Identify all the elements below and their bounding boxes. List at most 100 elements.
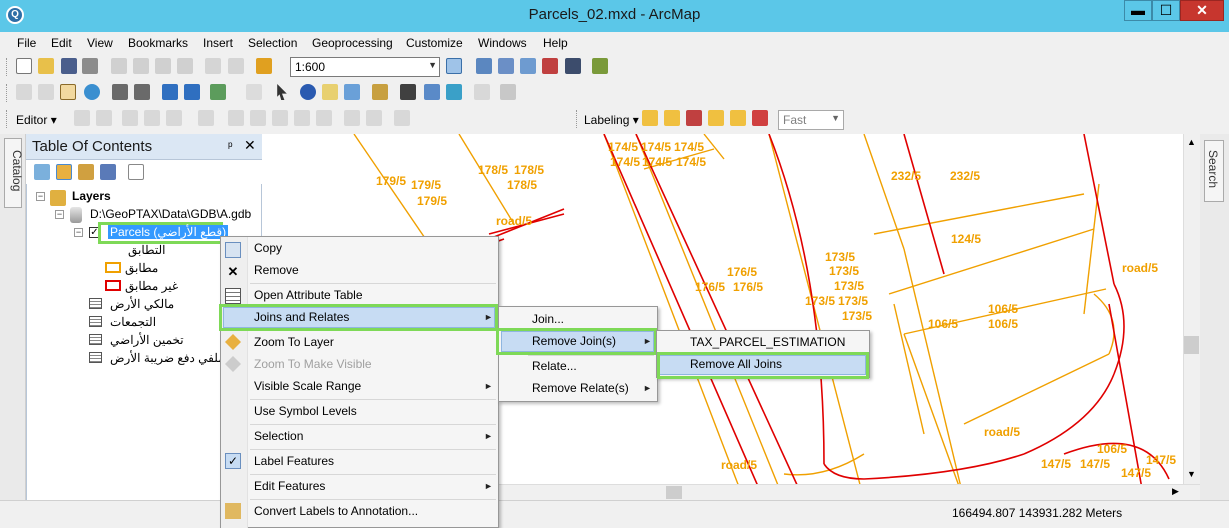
parcels-collapse-icon[interactable]: −	[74, 228, 83, 237]
add-data-icon[interactable]	[256, 58, 272, 74]
pan-icon[interactable]	[60, 84, 76, 100]
menu-selection[interactable]: Selection	[254, 429, 303, 443]
toc-table-tax-payment[interactable]: ملفي دفع ضريبة الأرض	[110, 351, 225, 365]
straight-segment-icon[interactable]	[122, 110, 138, 126]
label-priority-icon[interactable]	[664, 110, 680, 126]
menu-edit-features[interactable]: Edit Features	[254, 479, 325, 493]
point-icon[interactable]	[198, 110, 214, 126]
label-quality-combobox[interactable]: Fast ▼	[778, 110, 844, 130]
print-icon[interactable]	[82, 58, 98, 74]
toc-options-icon[interactable]	[128, 164, 144, 180]
model-builder-icon[interactable]	[592, 58, 608, 74]
toolbar-grip[interactable]	[6, 58, 9, 76]
search-window-icon[interactable]	[520, 58, 536, 74]
table-of-contents-icon[interactable]	[476, 58, 492, 74]
new-document-icon[interactable]	[16, 58, 32, 74]
menu-geoprocessing[interactable]: Geoprocessing	[312, 36, 393, 50]
forward-extent-icon[interactable]	[184, 84, 200, 100]
cut-polygons-icon[interactable]	[272, 110, 288, 126]
fixed-zoom-in-icon[interactable]	[112, 84, 128, 100]
pin-icon[interactable]: ᵖ	[228, 139, 233, 153]
open-folder-icon[interactable]	[38, 58, 54, 74]
editor-menu-button[interactable]: Editor ▾	[16, 113, 57, 127]
undo-icon[interactable]	[205, 58, 221, 74]
go-to-xy-icon[interactable]	[446, 84, 462, 100]
menu-insert[interactable]: Insert	[203, 36, 233, 50]
chevron-down-icon[interactable]: ▼	[428, 60, 437, 70]
gdb-collapse-icon[interactable]: −	[55, 210, 64, 219]
catalog-window-icon[interactable]	[498, 58, 514, 74]
find-route-icon[interactable]	[424, 84, 440, 100]
menu-view[interactable]: View	[87, 36, 113, 50]
toc-layers-root[interactable]: Layers	[72, 189, 111, 203]
full-extent-icon[interactable]	[84, 84, 100, 100]
list-by-selection-icon[interactable]	[100, 164, 116, 180]
toc-close-icon[interactable]: ✕	[244, 137, 256, 154]
toc-parcels-layer[interactable]: Parcels (قطع الأراضي)	[108, 225, 229, 239]
menu-bookmarks[interactable]: Bookmarks	[128, 36, 188, 50]
menu-remove-relates[interactable]: Remove Relate(s)	[532, 381, 629, 395]
save-icon[interactable]	[61, 58, 77, 74]
cut-icon[interactable]	[111, 58, 127, 74]
split-icon[interactable]	[294, 110, 310, 126]
view-unplaced-labels-icon[interactable]	[752, 110, 768, 126]
menu-help[interactable]: Help	[543, 36, 568, 50]
zoom-in-icon[interactable]	[16, 84, 32, 100]
minimize-button[interactable]: ▬	[1124, 0, 1152, 21]
arctoolbox-icon[interactable]	[542, 58, 558, 74]
time-slider-icon[interactable]	[474, 84, 490, 100]
trace-icon[interactable]	[166, 110, 182, 126]
edit-tool-icon[interactable]	[74, 110, 90, 126]
edit-vertices-icon[interactable]	[228, 110, 244, 126]
toolbar-grip[interactable]	[6, 110, 9, 128]
redo-icon[interactable]	[228, 58, 244, 74]
vertical-scrollbar[interactable]	[1183, 134, 1200, 484]
reshape-icon[interactable]	[250, 110, 266, 126]
pause-labeling-icon[interactable]	[730, 110, 746, 126]
list-by-source-icon[interactable]	[56, 164, 72, 180]
chevron-down-icon[interactable]: ▼	[831, 113, 840, 123]
scroll-up-icon[interactable]: ▲	[1187, 137, 1196, 147]
fixed-zoom-out-icon[interactable]	[134, 84, 150, 100]
close-window-button[interactable]: ✕	[1180, 0, 1224, 21]
attributes-icon[interactable]	[344, 110, 360, 126]
menu-copy[interactable]: Copy	[254, 241, 282, 255]
menu-remove-join-tax-parcel[interactable]: TAX_PARCEL_ESTIMATION	[690, 335, 845, 349]
maximize-button[interactable]: ☐	[1152, 0, 1180, 21]
map-scale-combobox[interactable]: 1:600 ▼	[290, 57, 440, 77]
toc-gdb-path[interactable]: D:\GeoPTAX\Data\GDB\A.gdb	[90, 207, 251, 221]
menu-selection[interactable]: Selection	[248, 36, 297, 50]
layers-collapse-icon[interactable]: −	[36, 192, 45, 201]
label-manager-icon[interactable]	[642, 110, 658, 126]
menu-label-features[interactable]: Label Features	[254, 454, 334, 468]
identify-icon[interactable]	[300, 84, 316, 100]
scroll-down-icon[interactable]: ▼	[1187, 469, 1196, 479]
list-by-visibility-icon[interactable]	[78, 164, 94, 180]
clear-selection-icon[interactable]	[246, 84, 262, 100]
menu-open-attribute-table[interactable]: Open Attribute Table	[254, 288, 363, 302]
editor-toolbar-icon[interactable]	[446, 58, 462, 74]
menu-remove[interactable]: Remove	[254, 263, 299, 277]
menu-edit[interactable]: Edit	[51, 36, 72, 50]
toolbar-grip[interactable]	[6, 84, 9, 102]
end-point-arc-icon[interactable]	[144, 110, 160, 126]
python-window-icon[interactable]	[565, 58, 581, 74]
toc-table-land-estimation[interactable]: تخمين الأراضي	[110, 333, 184, 347]
html-popup-icon[interactable]	[344, 84, 360, 100]
menu-join[interactable]: Join...	[532, 312, 564, 326]
menu-file[interactable]: File	[17, 36, 36, 50]
toolbar-grip[interactable]	[576, 110, 579, 128]
zoom-out-icon[interactable]	[38, 84, 54, 100]
menu-zoom-to-make-visible[interactable]: Zoom To Make Visible	[254, 357, 372, 371]
copy-icon[interactable]	[133, 58, 149, 74]
vertical-scroll-thumb[interactable]	[1184, 336, 1199, 354]
paste-icon[interactable]	[155, 58, 171, 74]
toc-table-assemblies[interactable]: التجمعات	[110, 315, 156, 329]
create-viewer-window-icon[interactable]	[500, 84, 516, 100]
rotate-icon[interactable]	[316, 110, 332, 126]
measure-icon[interactable]	[372, 84, 388, 100]
toc-table-owners[interactable]: مالكي الأرض	[110, 297, 174, 311]
menu-use-symbol-levels[interactable]: Use Symbol Levels	[254, 404, 357, 418]
select-features-icon[interactable]	[210, 84, 226, 100]
labeling-menu-button[interactable]: Labeling ▾	[584, 113, 639, 127]
